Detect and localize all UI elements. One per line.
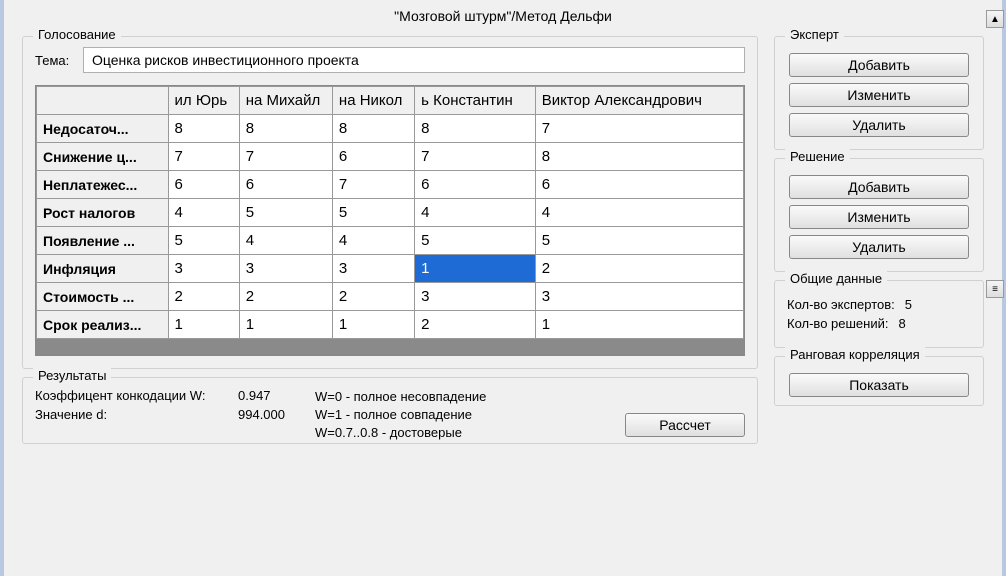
table-row: Неплатежес...66766 <box>37 171 744 199</box>
solution-group: Решение Добавить Изменить Удалить <box>774 158 984 272</box>
table-cell[interactable]: 7 <box>415 143 536 171</box>
table-cell[interactable]: 6 <box>239 171 332 199</box>
solutions-count-label: Кол-во решений: <box>787 316 888 331</box>
table-cell[interactable]: 4 <box>415 199 536 227</box>
table-row-header[interactable]: Рост налогов <box>37 199 169 227</box>
table-cell[interactable]: 8 <box>415 115 536 143</box>
theme-input[interactable] <box>83 47 745 73</box>
solution-legend: Решение <box>785 149 850 164</box>
results-legend: Результаты <box>33 368 111 383</box>
general-group: Общие данные Кол-во экспертов: 5 Кол-во … <box>774 280 984 348</box>
results-group: Результаты Коэффицент конкодации W: 0.94… <box>22 377 758 444</box>
table-cell[interactable]: 2 <box>415 311 536 339</box>
table-cell[interactable]: 8 <box>239 115 332 143</box>
table-corner[interactable] <box>37 87 169 115</box>
table-row-header[interactable]: Недосаточ... <box>37 115 169 143</box>
table-cell[interactable]: 8 <box>332 115 414 143</box>
table-col-header[interactable]: ил Юрь <box>168 87 239 115</box>
table-cell[interactable]: 2 <box>239 283 332 311</box>
table-col-header[interactable]: ь Константин <box>415 87 536 115</box>
table-row-header[interactable]: Стоимость ... <box>37 283 169 311</box>
table-cell[interactable]: 2 <box>168 283 239 311</box>
table-cell[interactable]: 5 <box>535 227 743 255</box>
expert-group: Эксперт Добавить Изменить Удалить <box>774 36 984 150</box>
table-cell[interactable]: 1 <box>332 311 414 339</box>
table-cell[interactable]: 5 <box>239 199 332 227</box>
table-cell[interactable]: 6 <box>332 143 414 171</box>
solution-delete-button[interactable]: Удалить <box>789 235 969 259</box>
table-row: Стоимость ...22233 <box>37 283 744 311</box>
solution-add-button[interactable]: Добавить <box>789 175 969 199</box>
table-row: Появление ...54455 <box>37 227 744 255</box>
table-row-header[interactable]: Инфляция <box>37 255 169 283</box>
table-col-header[interactable]: на Никол <box>332 87 414 115</box>
w-desc-0: W=0 - полное несовпадение <box>315 388 486 406</box>
table-cell[interactable]: 1 <box>239 311 332 339</box>
table-cell[interactable]: 5 <box>415 227 536 255</box>
w-value: 0.947 <box>238 388 271 403</box>
table-cell[interactable]: 4 <box>168 199 239 227</box>
table-cell[interactable]: 4 <box>239 227 332 255</box>
table-cell[interactable]: 1 <box>535 311 743 339</box>
table-cell[interactable]: 8 <box>535 143 743 171</box>
table-cell[interactable]: 7 <box>239 143 332 171</box>
expert-delete-button[interactable]: Удалить <box>789 113 969 137</box>
table-cell[interactable]: 3 <box>535 283 743 311</box>
theme-label: Тема: <box>35 53 75 68</box>
rank-group: Ранговая корреляция Показать <box>774 356 984 406</box>
expert-edit-button[interactable]: Изменить <box>789 83 969 107</box>
table-row: Срок реализ...11121 <box>37 311 744 339</box>
table-cell[interactable]: 3 <box>168 255 239 283</box>
table-row: Рост налогов45544 <box>37 199 744 227</box>
table-cell[interactable]: 1 <box>415 255 536 283</box>
expert-legend: Эксперт <box>785 27 844 42</box>
d-label: Значение d: <box>35 407 230 422</box>
table-cell[interactable]: 5 <box>168 227 239 255</box>
table-cell[interactable]: 2 <box>332 283 414 311</box>
table-row-header[interactable]: Появление ... <box>37 227 169 255</box>
table-cell[interactable]: 3 <box>332 255 414 283</box>
table-cell[interactable]: 7 <box>332 171 414 199</box>
calculate-button[interactable]: Рассчет <box>625 413 745 437</box>
table-row: Снижение ц...77678 <box>37 143 744 171</box>
table-cell[interactable]: 6 <box>168 171 239 199</box>
table-cell[interactable]: 1 <box>168 311 239 339</box>
table-cell[interactable]: 6 <box>415 171 536 199</box>
table-row: Инфляция33312 <box>37 255 744 283</box>
experts-count-label: Кол-во экспертов: <box>787 297 895 312</box>
experts-count-value: 5 <box>905 297 912 312</box>
table-cell[interactable]: 4 <box>332 227 414 255</box>
w-label: Коэффицент конкодации W: <box>35 388 230 403</box>
table-col-header[interactable]: на Михайл <box>239 87 332 115</box>
table-cell[interactable]: 7 <box>535 115 743 143</box>
table-cell[interactable]: 7 <box>168 143 239 171</box>
solution-edit-button[interactable]: Изменить <box>789 205 969 229</box>
solutions-count-value: 8 <box>898 316 905 331</box>
table-cell[interactable]: 4 <box>535 199 743 227</box>
table-col-header[interactable]: Виктор Александрович <box>535 87 743 115</box>
table-row-header[interactable]: Срок реализ... <box>37 311 169 339</box>
scroll-thumb[interactable]: ≡ <box>986 280 1004 298</box>
d-value: 994.000 <box>238 407 285 422</box>
scroll-up-button[interactable]: ▲ <box>986 10 1004 28</box>
table-row-header[interactable]: Снижение ц... <box>37 143 169 171</box>
table-row: Недосаточ...88887 <box>37 115 744 143</box>
table-cell[interactable]: 8 <box>168 115 239 143</box>
table-cell[interactable]: 2 <box>535 255 743 283</box>
table-cell[interactable]: 3 <box>239 255 332 283</box>
voting-legend: Голосование <box>33 27 121 42</box>
rank-show-button[interactable]: Показать <box>789 373 969 397</box>
w-desc-1: W=1 - полное совпадение <box>315 406 486 424</box>
expert-add-button[interactable]: Добавить <box>789 53 969 77</box>
rank-legend: Ранговая корреляция <box>785 347 925 362</box>
voting-group: Голосование Тема: ил Юрьна Михайлна Нико… <box>22 36 758 369</box>
table-cell[interactable]: 6 <box>535 171 743 199</box>
table-cell[interactable]: 5 <box>332 199 414 227</box>
table-cell[interactable]: 3 <box>415 283 536 311</box>
general-legend: Общие данные <box>785 271 887 286</box>
w-desc-2: W=0.7..0.8 - достоверые <box>315 424 486 442</box>
voting-table[interactable]: ил Юрьна Михайлна Николь КонстантинВикто… <box>35 85 745 356</box>
table-row-header[interactable]: Неплатежес... <box>37 171 169 199</box>
